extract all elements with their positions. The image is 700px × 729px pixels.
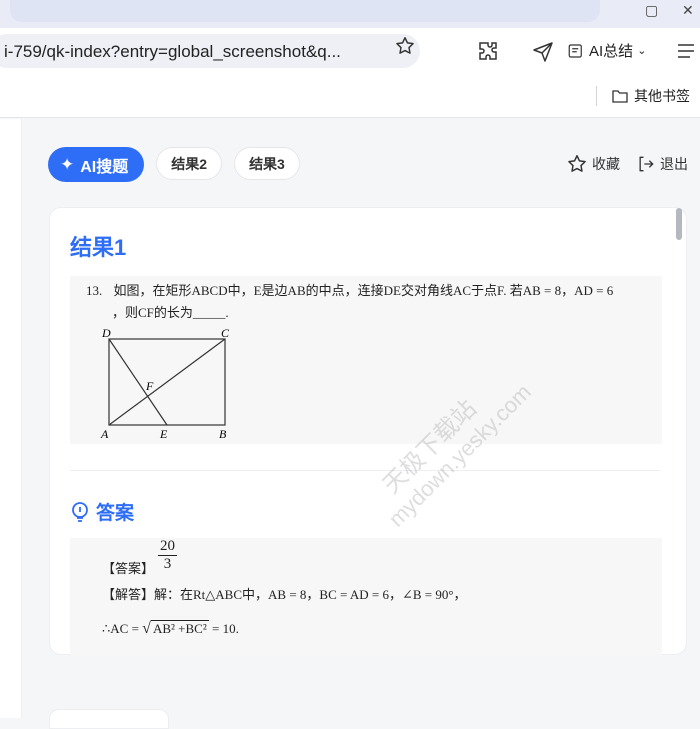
ai-search-label: AI搜题 xyxy=(80,158,129,176)
other-bookmarks-folder[interactable]: 其他书签 xyxy=(612,86,690,106)
menu-icon[interactable] xyxy=(674,39,698,63)
top-actions: 收藏 退出 xyxy=(566,153,688,175)
label-e: E xyxy=(159,427,168,441)
label-f: F xyxy=(145,379,154,393)
tab-result-2[interactable]: 结果2 xyxy=(156,147,223,180)
calc-radicand: AB² +BC² xyxy=(150,620,209,636)
scrollbar-thumb[interactable] xyxy=(676,208,682,240)
tab-result-3[interactable]: 结果3 xyxy=(234,147,300,180)
label-a: A xyxy=(100,427,109,441)
answer-heading: 答案 xyxy=(70,498,134,525)
bookmark-star-icon[interactable] xyxy=(394,35,416,57)
calc-prefix: ∴AC = xyxy=(102,621,139,636)
calc-result: = 10. xyxy=(211,621,239,636)
answer-calculation: ∴AC = √ AB² +BC² = 10. xyxy=(102,620,239,638)
other-bookmarks-label: 其他书签 xyxy=(634,88,690,104)
result-card: 结果1 13. 如图，在矩形ABCD中，E是边AB的中点，连接DE交对角线AC于… xyxy=(49,207,687,656)
tab-result-2-label: 结果2 xyxy=(171,155,208,172)
sqrt-symbol: √ xyxy=(142,620,151,637)
star-icon xyxy=(568,155,586,172)
folder-icon xyxy=(612,90,628,103)
question-line-1: 如图，在矩形ABCD中，E是边AB的中点，连接DE交对角线AC于点F. 若AB … xyxy=(113,283,614,298)
answer-heading-label: 答案 xyxy=(96,503,135,524)
active-tab[interactable] xyxy=(10,0,600,22)
bookmarks-bar: 其他书签 xyxy=(0,74,700,118)
label-b: B xyxy=(219,427,227,441)
answer-image: 【答案】 20 3 【解答】解：在Rt△ABC中，AB = 8，BC = AD … xyxy=(70,538,662,656)
address-bar-row: i-759/qk-index?entry=global_screenshot&q… xyxy=(0,28,700,74)
chevron-down-icon: ⌄ xyxy=(637,45,647,57)
ai-summary-button[interactable]: AI总结 ⌄ xyxy=(567,40,646,61)
ai-summary-icon xyxy=(568,43,582,58)
fraction-numerator: 20 xyxy=(158,538,177,556)
bookmarks-divider xyxy=(596,86,597,106)
result-tabs: ✦ AI搜题 结果2 结果3 xyxy=(48,147,300,182)
main-content: ✦ AI搜题 结果2 结果3 收藏 退出 结果1 13. 如图，在矩形ABCD中… xyxy=(23,119,700,729)
answer-prefix: 【答案】 xyxy=(102,561,155,576)
ai-summary-label: AI总结 xyxy=(589,43,634,60)
answer-fraction: 20 3 xyxy=(158,538,177,573)
exit-icon xyxy=(639,156,654,172)
tab-strip: ▢ ✕ xyxy=(0,0,700,28)
question-number: 13. xyxy=(86,283,103,298)
label-d: D xyxy=(101,328,111,340)
ai-search-button[interactable]: ✦ AI搜题 xyxy=(48,147,145,182)
favorite-label: 收藏 xyxy=(592,156,620,172)
extensions-icon[interactable] xyxy=(476,39,500,63)
section-divider xyxy=(70,470,660,471)
result-title: 结果1 xyxy=(70,235,127,260)
favorite-button[interactable]: 收藏 xyxy=(566,153,620,175)
question-line-2: ，则CF的长为_____. xyxy=(112,305,229,320)
exit-label: 退出 xyxy=(660,156,688,172)
tab-result-3-label: 结果3 xyxy=(249,155,285,172)
address-bar[interactable]: i-759/qk-index?entry=global_screenshot&q… xyxy=(0,34,420,68)
url-text[interactable]: i-759/qk-index?entry=global_screenshot&q… xyxy=(4,42,341,62)
answer-explanation: 【解答】解：在Rt△ABC中，AB = 8，BC = AD = 6，∠B = 9… xyxy=(102,587,467,602)
sparkle-icon: ✦ xyxy=(60,154,75,174)
next-card-edge xyxy=(49,709,169,729)
send-icon[interactable] xyxy=(531,39,555,63)
exit-button[interactable]: 退出 xyxy=(636,153,688,175)
fraction-denominator: 3 xyxy=(163,556,172,572)
lightbulb-icon xyxy=(72,501,88,522)
question-image: 13. 如图，在矩形ABCD中，E是边AB的中点，连接DE交对角线AC于点F. … xyxy=(70,276,662,444)
left-panel xyxy=(0,119,22,718)
window-close-icon[interactable]: ✕ xyxy=(682,2,694,19)
label-c: C xyxy=(221,328,230,340)
question-text: 13. 如图，在矩形ABCD中，E是边AB的中点，连接DE交对角线AC于点F. … xyxy=(86,280,613,324)
geometry-figure: D C F A E B xyxy=(100,328,230,441)
window-restore-icon[interactable]: ▢ xyxy=(645,2,658,19)
